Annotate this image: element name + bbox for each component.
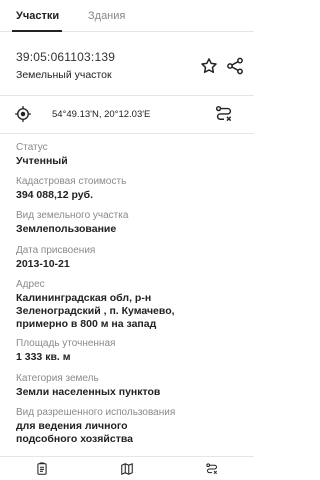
share-icon[interactable]	[225, 56, 245, 76]
coordinates-row: 54°49.13'N, 20°12.03'E	[0, 96, 254, 134]
attr-address: Адрес Калининградская обл, р-н Зеленогра…	[16, 278, 238, 331]
attr-value: для ведения личного подсобного хозяйства	[16, 420, 133, 445]
route-icon[interactable]	[214, 104, 234, 124]
attr-land-category: Категория земель Земли населенных пункто…	[16, 372, 238, 399]
attr-plot-kind: Вид земельного участка Землепользование	[16, 209, 238, 236]
coordinates-text: 54°49.13'N, 20°12.03'E	[52, 109, 151, 120]
attr-value: Землепользование	[16, 223, 117, 235]
tab-buildings[interactable]: Здания	[88, 10, 125, 22]
tab-bar: Участки Здания	[0, 0, 254, 32]
attr-label: Вид разрешенного использования	[16, 407, 176, 418]
attr-value: Земли населенных пунктов	[16, 386, 161, 398]
bottom-navigation	[0, 456, 254, 480]
attr-value: 394 088,12 руб.	[16, 189, 93, 201]
attr-value: Учтенный	[16, 155, 68, 167]
attr-value: Калининградская обл, р-н Зеленоградский …	[16, 292, 175, 330]
attr-label: Адрес	[16, 279, 45, 290]
attr-label: Статус	[16, 142, 48, 153]
document-icon[interactable]	[35, 462, 49, 476]
object-header: 39:05:061103:139 Земельный участок	[0, 32, 254, 96]
attr-area: Площадь уточненная 1 333 кв. м	[16, 337, 238, 364]
route-icon[interactable]	[205, 462, 219, 476]
attr-value: 1 333 кв. м	[16, 351, 71, 363]
attr-label: Категория земель	[16, 373, 99, 384]
attr-label: Дата присвоения	[16, 245, 96, 256]
attr-label: Площадь уточненная	[16, 338, 116, 349]
target-icon[interactable]	[14, 105, 32, 123]
map-icon[interactable]	[120, 462, 134, 476]
attr-assignment-date: Дата присвоения 2013-10-21	[16, 244, 238, 271]
attr-cadastral-value: Кадастровая стоимость 394 088,12 руб.	[16, 175, 238, 202]
attr-value: 2013-10-21	[16, 258, 70, 270]
object-type: Земельный участок	[16, 69, 112, 81]
attr-permitted-use: Вид разрешенного использования для веден…	[16, 406, 238, 446]
attr-status: Статус Учтенный	[16, 141, 238, 168]
attr-label: Вид земельного участка	[16, 210, 129, 221]
attr-label: Кадастровая стоимость	[16, 176, 127, 187]
tab-plots[interactable]: Участки	[16, 10, 59, 22]
cadastral-number: 39:05:061103:139	[16, 50, 116, 64]
star-icon[interactable]	[199, 56, 219, 76]
